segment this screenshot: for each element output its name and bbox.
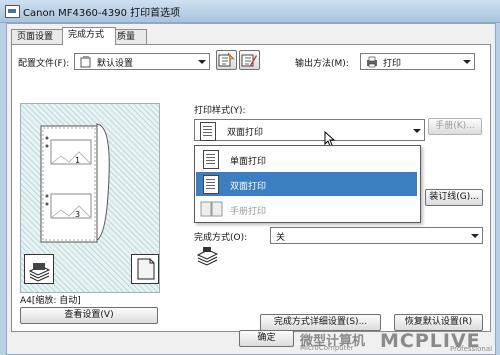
duplex-print-icon <box>200 122 216 141</box>
page-icon <box>137 258 155 280</box>
finishing-select[interactable]: 关 <box>270 227 483 244</box>
chevron-down-icon[interactable] <box>460 55 473 68</box>
preview-page-number: 3 <box>75 210 81 219</box>
print-style-value: 双面打印 <box>227 128 264 138</box>
output-method-label: 输出方法(M): <box>295 59 349 69</box>
window-title: Canon MF4360-4390 打印首选项 <box>23 8 181 19</box>
print-style-label: 打印样式(Y): <box>194 106 246 116</box>
page-orientation-button[interactable] <box>131 254 159 284</box>
duplex-pages-illustration <box>40 123 110 243</box>
tab-quality[interactable]: 质量 <box>111 29 147 45</box>
printer-app-icon <box>5 5 20 18</box>
profile-label: 配置文件(F): <box>18 59 70 69</box>
title-bar: Canon MF4360-4390 打印首选项 <box>0 0 500 23</box>
single-sided-icon <box>203 150 219 169</box>
finishing-value: 关 <box>276 233 286 243</box>
add-profile-icon <box>218 52 235 67</box>
option-duplex[interactable]: 双面打印 <box>196 172 417 196</box>
paper-scale-text: A4[缩放: 自动] <box>20 296 81 306</box>
booklet-icon <box>200 201 223 217</box>
option-single-sided[interactable]: 单面打印 <box>196 147 417 171</box>
edit-profile-button[interactable] <box>239 50 260 70</box>
restore-defaults-button[interactable]: 恢复默认设置(R) <box>394 314 483 331</box>
view-settings-button[interactable]: 查看设置(V) <box>20 307 158 324</box>
profile-select[interactable]: 默认设置 <box>74 53 210 70</box>
finishing-details-button[interactable]: 完成方式详细设置(S)... <box>260 314 381 331</box>
printer-preferences-window: Canon MF4360-4390 打印首选项 页面设置 完成方式 质量 配置文… <box>0 0 500 355</box>
page-layout-preview: 1 3 <box>20 103 160 293</box>
add-profile-button[interactable] <box>216 50 237 70</box>
booklet-button[interactable]: 手册(K)... <box>428 118 482 135</box>
chevron-down-icon[interactable] <box>410 124 423 137</box>
finishing-label: 完成方式(O): <box>194 233 248 243</box>
print-style-dropdown-list: 单面打印 双面打印 手册打印 <box>194 145 421 223</box>
watermark-en: MicroComputer <box>300 344 354 352</box>
chevron-down-icon[interactable] <box>195 55 208 68</box>
edit-profile-icon <box>241 54 257 67</box>
watermark: 微型计算机 MicroComputer MCPLIVE Professional <box>300 330 498 354</box>
finishing-panel: 配置文件(F): 默认设置 输出方法(M): 打印 1 3 A4[缩放: 自动]… <box>11 44 491 332</box>
watermark-tagline: Professional <box>450 345 493 353</box>
paper-stack-icon <box>196 247 219 266</box>
preview-page-number: 1 <box>75 156 81 165</box>
option-label: 手册打印 <box>230 207 267 217</box>
paper-stack-button[interactable] <box>24 254 54 284</box>
ok-button[interactable]: 确定 <box>239 330 294 347</box>
printer-icon <box>367 56 377 68</box>
tab-finishing[interactable]: 完成方式 <box>62 27 116 45</box>
option-label: 单面打印 <box>230 157 267 167</box>
profile-icon <box>80 56 91 68</box>
duplex-print-icon <box>203 175 219 194</box>
option-booklet[interactable]: 手册打印 <box>196 197 417 221</box>
chevron-down-icon[interactable] <box>468 229 481 242</box>
tab-page-setup[interactable]: 页面设置 <box>11 29 65 45</box>
profile-value: 默认设置 <box>97 59 134 69</box>
option-label: 双面打印 <box>230 182 267 192</box>
print-style-select[interactable]: 双面打印 <box>194 119 425 141</box>
output-method-select[interactable]: 打印 <box>360 53 475 70</box>
gutter-button[interactable]: 装订线(G)... <box>425 189 483 206</box>
output-method-value: 打印 <box>383 59 402 69</box>
paper-stack-icon <box>28 263 51 282</box>
dialog-client-area: 页面设置 完成方式 质量 配置文件(F): 默认设置 输出方法(M): 打印 1… <box>6 23 496 355</box>
